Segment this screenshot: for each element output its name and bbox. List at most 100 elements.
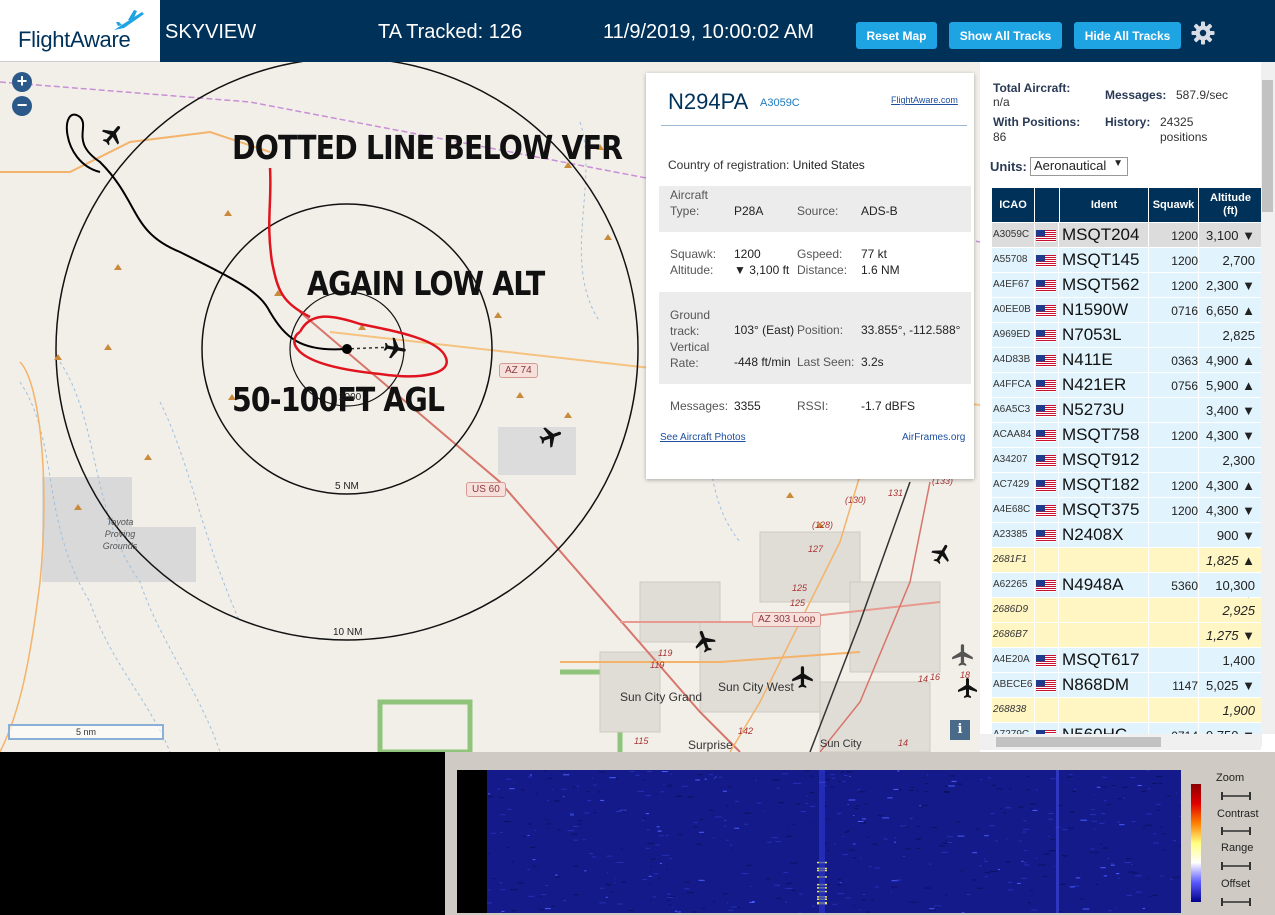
range-slider[interactable] bbox=[1221, 862, 1251, 870]
cell-altitude: 3,400 ▼ bbox=[1205, 403, 1255, 418]
airplane-icon[interactable] bbox=[538, 424, 564, 450]
column-separator bbox=[1148, 698, 1149, 723]
table-row[interactable]: 2686D9 2,925 bbox=[992, 598, 1262, 623]
spectrum-waterfall[interactable] bbox=[457, 770, 1181, 913]
column-header-squawk[interactable]: Squawk bbox=[1149, 188, 1198, 222]
column-separator bbox=[1148, 348, 1149, 373]
cell-icao: A969ED bbox=[993, 329, 1031, 340]
cell-ident: MSQT617 bbox=[1062, 650, 1140, 669]
airplane-icon[interactable] bbox=[930, 542, 954, 566]
column-separator bbox=[1148, 498, 1149, 523]
units-select[interactable]: Aeronautical ▼ bbox=[1030, 157, 1128, 176]
table-row[interactable]: A969ED N7053L 2,825 bbox=[992, 323, 1262, 348]
cell-altitude: 1,900 bbox=[1222, 703, 1255, 718]
column-separator bbox=[1058, 273, 1059, 298]
table-row[interactable]: A23385 N2408X 900 ▼ bbox=[992, 523, 1262, 548]
flightaware-link[interactable]: FlightAware.com bbox=[891, 95, 958, 105]
zoom-in-button[interactable]: + bbox=[12, 72, 32, 92]
cell-squawk: 1200 bbox=[1171, 279, 1198, 293]
table-row[interactable]: A4EF67 MSQT562 1200 2,300 ▼ bbox=[992, 273, 1262, 298]
table-row[interactable]: 2686B7 1,275 ▼ bbox=[992, 623, 1262, 648]
spectrum-waterfall-panel: Zoom Contrast Range Offset bbox=[445, 752, 1275, 915]
column-separator bbox=[1034, 523, 1035, 548]
panel-scroll-thumb[interactable] bbox=[1262, 80, 1273, 212]
column-separator bbox=[1034, 248, 1035, 273]
column-separator bbox=[1148, 448, 1149, 473]
airplane-icon[interactable] bbox=[100, 122, 126, 148]
cell-icao: A4E68C bbox=[993, 504, 1031, 515]
column-separator bbox=[1034, 498, 1035, 523]
cell-altitude: 2,700 bbox=[1222, 253, 1255, 268]
contrast-slider[interactable] bbox=[1221, 827, 1251, 835]
road-number: 127 bbox=[808, 544, 824, 554]
column-header-icao[interactable]: ICAO bbox=[992, 188, 1034, 222]
airplane-icon[interactable] bbox=[692, 628, 718, 654]
info-icon[interactable]: i bbox=[950, 720, 970, 740]
column-header-altitude[interactable]: Altitude (ft) bbox=[1199, 188, 1262, 222]
column-header-flag[interactable] bbox=[1035, 188, 1059, 222]
popup-divider bbox=[661, 125, 967, 126]
table-row[interactable]: A4E68C MSQT375 1200 4,300 ▼ bbox=[992, 498, 1262, 523]
cell-squawk: 5360 bbox=[1171, 579, 1198, 593]
us-flag-icon bbox=[1036, 430, 1056, 442]
table-row[interactable]: 2681F1 1,825 ▲ bbox=[992, 548, 1262, 573]
cell-squawk: 1200 bbox=[1171, 504, 1198, 518]
road-number: 119 bbox=[650, 660, 665, 670]
column-separator bbox=[1034, 423, 1035, 448]
table-row[interactable]: ABECE6 N868DM 1147 5,025 ▼ bbox=[992, 673, 1262, 698]
messages-rate-value: 587.9/sec bbox=[1176, 88, 1229, 102]
with-positions-value: 86 bbox=[993, 130, 1007, 144]
messages-value: 3355 bbox=[734, 399, 761, 413]
cell-ident: N421ER bbox=[1062, 375, 1127, 394]
cell-icao: A0EE0B bbox=[993, 304, 1031, 315]
cell-icao: A62265 bbox=[993, 579, 1028, 590]
table-row[interactable]: A4D83B N411E 0363 4,900 ▲ bbox=[992, 348, 1262, 373]
table-row[interactable]: A6A5C3 N5273U 3,400 ▼ bbox=[992, 398, 1262, 423]
column-separator bbox=[1148, 648, 1149, 673]
last-seen-value: 3.2s bbox=[861, 355, 884, 369]
show-all-tracks-button[interactable]: Show All Tracks bbox=[949, 22, 1062, 49]
cell-ident: N5273U bbox=[1062, 400, 1125, 419]
column-separator bbox=[1058, 598, 1059, 623]
cell-squawk: 0716 bbox=[1171, 304, 1198, 318]
table-row[interactable]: A34207 MSQT912 2,300 bbox=[992, 448, 1262, 473]
column-header-ident[interactable]: Ident bbox=[1060, 188, 1148, 222]
airframes-link[interactable]: AirFrames.org bbox=[902, 432, 965, 443]
map-scale-bar: 5 nm bbox=[8, 724, 164, 740]
cell-icao: A23385 bbox=[993, 529, 1028, 540]
offset-slider[interactable] bbox=[1221, 898, 1251, 906]
road-shield-us60: US 60 bbox=[466, 482, 506, 497]
distance-label: Distance: bbox=[797, 263, 848, 277]
panel-hscroll-thumb[interactable] bbox=[996, 737, 1161, 747]
zoom-out-button[interactable]: − bbox=[12, 96, 32, 116]
map-label-2000: 2000 bbox=[339, 392, 362, 403]
table-row[interactable]: 268838 1,900 bbox=[992, 698, 1262, 723]
hide-all-tracks-button[interactable]: Hide All Tracks bbox=[1074, 22, 1181, 49]
rssi-label: RSSI: bbox=[797, 399, 829, 413]
column-separator bbox=[1198, 548, 1199, 573]
cell-ident: N411E bbox=[1062, 350, 1113, 369]
table-row[interactable]: A3059C MSQT204 1200 3,100 ▼ bbox=[992, 223, 1262, 248]
cell-altitude: 6,650 ▲ bbox=[1205, 303, 1255, 318]
flightaware-logo[interactable]: FlightAware bbox=[0, 0, 160, 62]
aircraft-photos-link[interactable]: See Aircraft Photos bbox=[660, 432, 746, 443]
table-row[interactable]: A4FFCA N421ER 0756 5,900 ▲ bbox=[992, 373, 1262, 398]
table-row[interactable]: AC7429 MSQT182 1200 4,300 ▲ bbox=[992, 473, 1262, 498]
us-flag-icon bbox=[1036, 230, 1056, 242]
bottom-blank-area bbox=[0, 752, 445, 915]
airplane-icon[interactable] bbox=[382, 336, 408, 362]
cell-ident: MSQT145 bbox=[1062, 250, 1140, 269]
column-separator bbox=[1034, 373, 1035, 398]
zoom-slider[interactable] bbox=[1221, 792, 1251, 800]
gear-icon[interactable] bbox=[1190, 20, 1216, 46]
table-row[interactable]: A4E20A MSQT617 1,400 bbox=[992, 648, 1262, 673]
table-row[interactable]: ACAA84 MSQT758 1200 4,300 ▼ bbox=[992, 423, 1262, 448]
table-row[interactable]: A55708 MSQT145 1200 2,700 bbox=[992, 248, 1262, 273]
reset-map-button[interactable]: Reset Map bbox=[856, 22, 937, 49]
column-separator bbox=[1198, 373, 1199, 398]
table-row[interactable]: A0EE0B N1590W 0716 6,650 ▲ bbox=[992, 298, 1262, 323]
column-separator bbox=[1198, 298, 1199, 323]
table-row[interactable]: A62265N4948A536010,300 ▲ bbox=[992, 573, 1262, 608]
airplane-icon[interactable] bbox=[950, 642, 976, 668]
column-separator bbox=[1198, 523, 1199, 548]
